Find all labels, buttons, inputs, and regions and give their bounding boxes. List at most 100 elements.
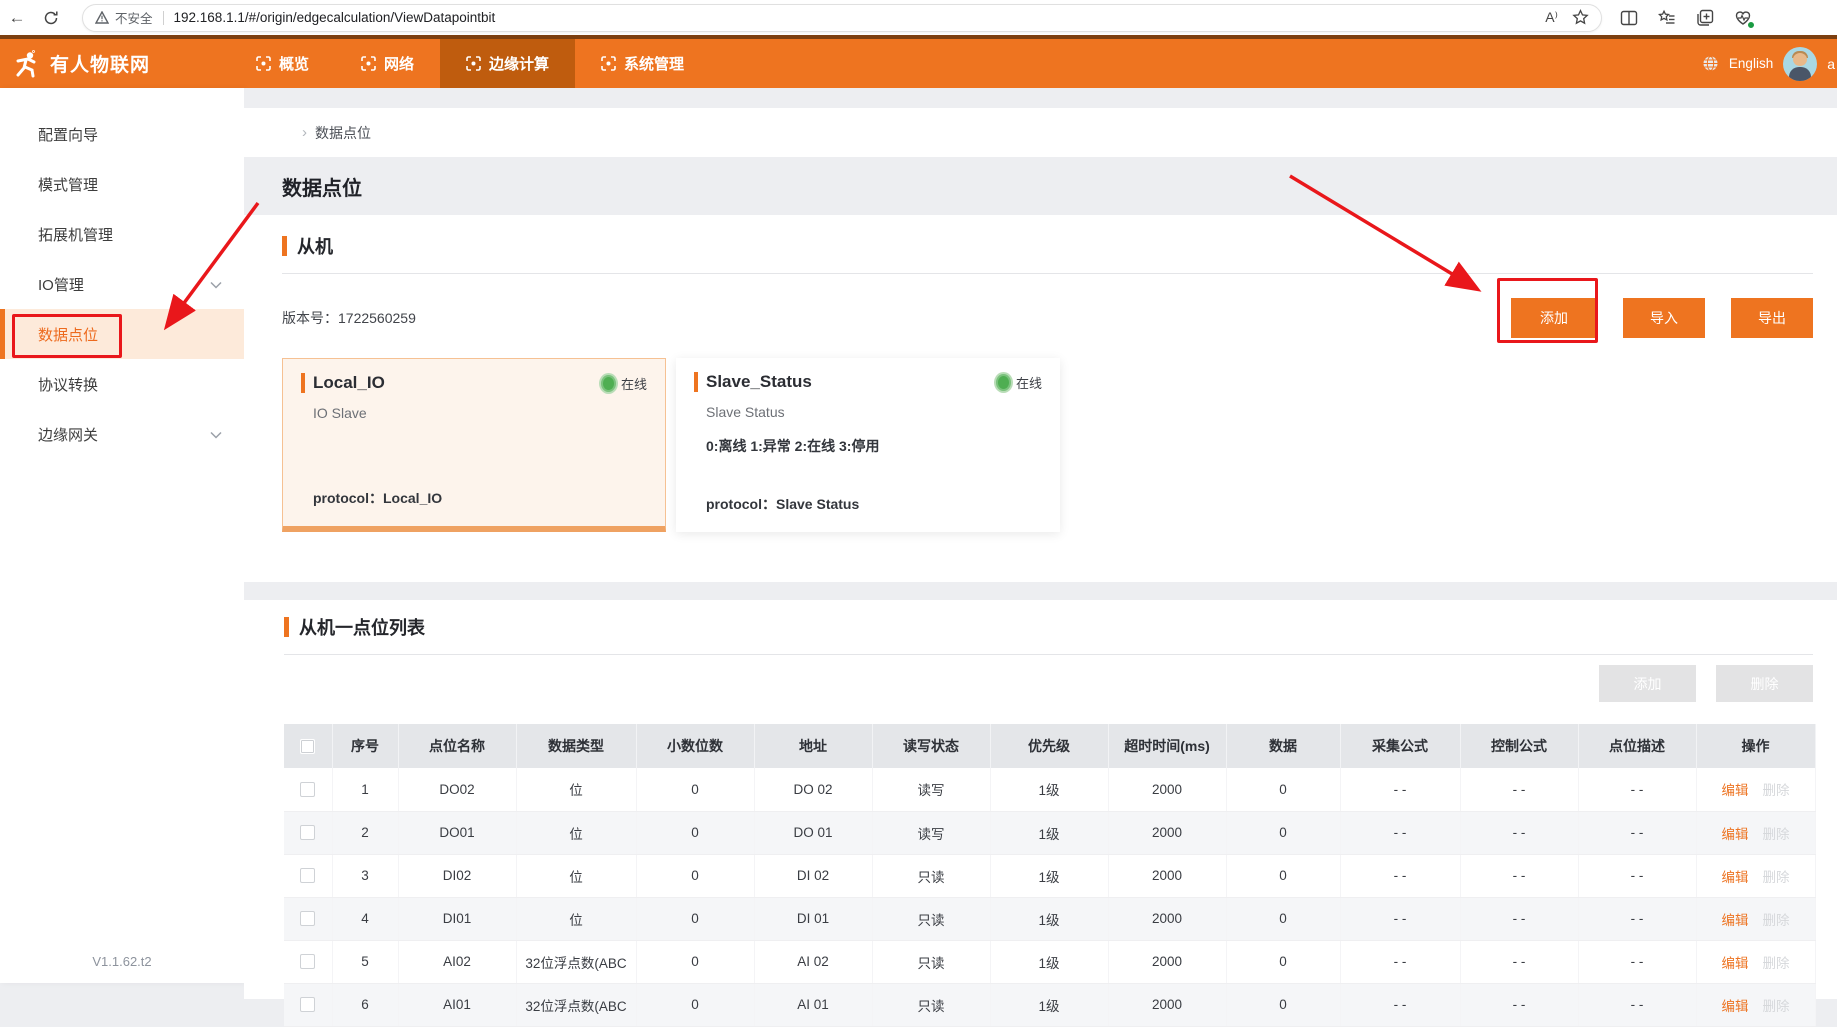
cell-rw: 只读 — [872, 983, 990, 1026]
protocol-label: protocol： — [313, 490, 383, 506]
tab-edge-computing[interactable]: 边缘计算 — [440, 39, 575, 88]
browser-essentials-icon[interactable] — [1734, 9, 1752, 27]
tab-label: 边缘计算 — [489, 53, 549, 74]
delete-link: 删除 — [1763, 783, 1790, 798]
tab-system-management[interactable]: 系统管理 — [575, 39, 710, 88]
cell-no: 6 — [332, 983, 398, 1026]
add-slave-button[interactable]: 添加 — [1511, 298, 1597, 338]
cell-operations: 编辑删除 — [1696, 897, 1815, 940]
select-all-checkbox[interactable] — [300, 739, 315, 754]
edit-link[interactable]: 编辑 — [1722, 999, 1749, 1014]
edit-link[interactable]: 编辑 — [1722, 783, 1749, 798]
read-aloud-icon[interactable]: A⁾ — [1545, 9, 1558, 26]
edit-link[interactable]: 编辑 — [1722, 827, 1749, 842]
points-table-head-row: 序号点位名称数据类型小数位数地址读写状态优先级超时时间(ms)数据采集公式控制公… — [284, 724, 1815, 768]
language-switch[interactable]: English — [1729, 56, 1773, 71]
tab-network[interactable]: 网络 — [335, 39, 440, 88]
cell-data: 0 — [1226, 854, 1340, 897]
sidebar-item-edge-gateway[interactable]: 边缘网关 — [0, 409, 244, 459]
refresh-icon[interactable] — [34, 8, 68, 28]
sidebar-item-mode-management[interactable]: 模式管理 — [0, 159, 244, 209]
address-bar[interactable]: 不安全 192.168.1.1/#/origin/edgecalculation… — [82, 4, 1602, 32]
cell-control: - - — [1460, 983, 1578, 1026]
points-section-title: 从机一点位列表 — [299, 614, 425, 640]
row-checkbox[interactable] — [300, 911, 315, 926]
tab-label: 概览 — [279, 53, 309, 74]
favorite-star-icon[interactable] — [1572, 9, 1589, 27]
cell-addr: DI 02 — [754, 854, 872, 897]
url-text[interactable]: 192.168.1.1/#/origin/edgecalculation/Vie… — [174, 10, 1546, 25]
point-list-panel: 从机一点位列表 添加 删除 序号点位名称数据类型小数位数地址读写状态优先级超时时… — [244, 600, 1837, 999]
slave-card-slave-status[interactable]: Slave_Status 在线 Slave Status 0:离线 1:异常 2… — [676, 358, 1060, 532]
sidebar-item-label: 拓展机管理 — [38, 224, 113, 245]
cell-desc: - - — [1578, 854, 1696, 897]
add-point-button[interactable]: 添加 — [1599, 665, 1696, 702]
cell-addr: DI 01 — [754, 897, 872, 940]
protocol-value: Slave Status — [776, 496, 859, 512]
row-checkbox[interactable] — [300, 954, 315, 969]
slave-name: Local_IO — [313, 373, 385, 393]
browser-toolbar: ← 不安全 192.168.1.1/#/origin/edgecalculati… — [0, 0, 1837, 35]
sidebar-item-io-management[interactable]: IO管理 — [0, 259, 244, 309]
delete-point-button[interactable]: 删除 — [1716, 665, 1813, 702]
cell-name: DI01 — [398, 897, 516, 940]
sidebar-item-protocol-conversion[interactable]: 协议转换 — [0, 359, 244, 409]
cell-control: - - — [1460, 768, 1578, 811]
panel-gap — [244, 582, 1837, 600]
edit-link[interactable]: 编辑 — [1722, 870, 1749, 885]
cell-priority: 1级 — [990, 854, 1108, 897]
tab-label: 网络 — [384, 53, 414, 74]
viewfinder-icon — [466, 56, 481, 71]
split-screen-icon[interactable] — [1620, 9, 1638, 27]
column-header: 小数位数 — [636, 724, 754, 768]
sidebar-item-label: 配置向导 — [38, 124, 98, 145]
import-button[interactable]: 导入 — [1623, 298, 1705, 338]
sidebar-item-expansion-management[interactable]: 拓展机管理 — [0, 209, 244, 259]
app-header: 有人物联网 概览 网络 边缘计算 系统管理 English a — [0, 39, 1837, 88]
sidebar-item-label: 边缘网关 — [38, 424, 98, 445]
back-icon[interactable]: ← — [0, 8, 34, 28]
slave-card-local-io[interactable]: Local_IO 在线 IO Slave protocol：Local_IO — [282, 358, 666, 532]
edit-link[interactable]: 编辑 — [1722, 913, 1749, 928]
tab-overview[interactable]: 概览 — [230, 39, 335, 88]
firmware-version: V1.1.62.t2 — [0, 954, 244, 969]
sidebar-item-config-wizard[interactable]: 配置向导 — [0, 109, 244, 159]
sidebar-item-data-points[interactable]: 数据点位 — [0, 309, 244, 359]
breadcrumb-item[interactable]: 数据点位 — [315, 123, 371, 143]
table-row: 2DO01位0DO 01读写1级20000- -- -- -编辑删除 — [284, 811, 1815, 854]
username: a — [1827, 56, 1835, 72]
cell-type: 位 — [516, 811, 636, 854]
table-row: 6AI0132位浮点数(ABC0AI 01只读1级20000- -- -- -编… — [284, 983, 1815, 1026]
slave-section-title: 从机 — [297, 233, 333, 259]
row-checkbox[interactable] — [300, 868, 315, 883]
cell-timeout: 2000 — [1108, 940, 1226, 983]
cell-operations: 编辑删除 — [1696, 983, 1815, 1026]
cell-rw: 只读 — [872, 897, 990, 940]
cell-type: 32位浮点数(ABC — [516, 983, 636, 1026]
row-checkbox[interactable] — [300, 782, 315, 797]
tab-groups-icon[interactable] — [1696, 9, 1714, 27]
page-title: 数据点位 — [282, 172, 362, 201]
column-header: 地址 — [754, 724, 872, 768]
cell-control: - - — [1460, 940, 1578, 983]
export-button[interactable]: 导出 — [1731, 298, 1813, 338]
warning-icon — [95, 11, 109, 24]
sidebar-item-label: IO管理 — [38, 274, 84, 295]
cell-rw: 只读 — [872, 940, 990, 983]
row-checkbox[interactable] — [300, 825, 315, 840]
row-checkbox[interactable] — [300, 997, 315, 1012]
sidebar-item-label: 数据点位 — [38, 324, 98, 345]
site-security[interactable]: 不安全 — [95, 8, 153, 27]
status-badge — [1747, 21, 1755, 29]
sidebar: 配置向导 模式管理 拓展机管理 IO管理 数据点位 协议转换 边缘网关 V1.1… — [0, 88, 244, 983]
version-value: 1722560259 — [338, 310, 416, 326]
divider — [282, 273, 1813, 274]
cell-no: 5 — [332, 940, 398, 983]
avatar[interactable] — [1783, 47, 1817, 81]
edit-link[interactable]: 编辑 — [1722, 956, 1749, 971]
slave-protocol: protocol：Slave Status — [706, 494, 859, 514]
cell-data: 0 — [1226, 811, 1340, 854]
table-row: 1DO02位0DO 02读写1级20000- -- -- -编辑删除 — [284, 768, 1815, 811]
protocol-value: Local_IO — [383, 490, 442, 506]
collections-icon[interactable] — [1658, 9, 1676, 27]
